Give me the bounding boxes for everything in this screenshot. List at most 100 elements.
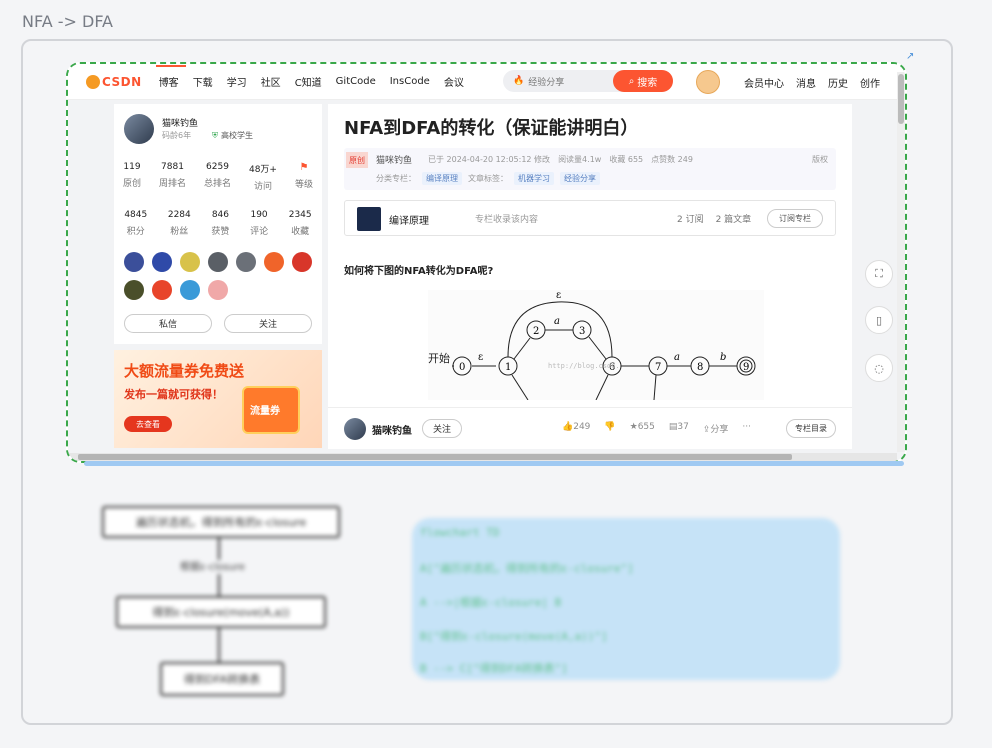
nav-history[interactable]: 历史: [828, 75, 848, 90]
stat-level[interactable]: ⚑ 等级: [295, 162, 313, 192]
badge-icon[interactable]: [124, 280, 144, 300]
comment-button[interactable]: ▤37: [669, 422, 689, 435]
stats-row-1: 119 原创 7881 周排名 6259 总排名 48万+ 访问 ⚑ 等级: [114, 162, 322, 192]
profile-actions: 私信 关注: [124, 314, 312, 333]
vertical-scrollbar[interactable]: [897, 72, 905, 452]
mobile-icon[interactable]: ▯: [865, 306, 893, 334]
stat-visits[interactable]: 48万+ 访问: [249, 162, 277, 192]
horizontal-scrollbar[interactable]: [68, 453, 897, 461]
star-icon: ★: [629, 422, 638, 432]
author-avatar[interactable]: [124, 114, 154, 144]
nav-vip-center[interactable]: 会员中心: [744, 75, 784, 90]
column-cover[interactable]: [357, 207, 381, 231]
csdn-logo[interactable]: CSDN: [86, 74, 142, 89]
more-button[interactable]: ···: [742, 422, 751, 435]
ad-view-button[interactable]: 去查看: [124, 416, 172, 432]
nav-download[interactable]: 下载: [193, 74, 213, 89]
badge-icon[interactable]: [208, 252, 228, 272]
scrollbar-thumb[interactable]: [78, 454, 792, 460]
search-input[interactable]: 🔥 经验分享 ⌕ 搜索: [503, 70, 673, 92]
column-counts: 2 订阅 2 篇文章: [677, 215, 752, 225]
nav-learn[interactable]: 学习: [227, 74, 247, 89]
author-name[interactable]: 猫咪钓鱼: [372, 422, 412, 437]
badge-icon[interactable]: [152, 280, 172, 300]
scrollbar-thumb[interactable]: [898, 74, 904, 124]
nav-blog[interactable]: 博客: [155, 65, 186, 89]
external-link-icon[interactable]: ↗: [906, 51, 917, 62]
author-avatar[interactable]: [344, 418, 366, 440]
search-button[interactable]: ⌕ 搜索: [613, 70, 673, 92]
follow-button[interactable]: 关注: [422, 419, 462, 438]
follow-button[interactable]: 关注: [224, 314, 312, 333]
thumbs-up-icon: 👍: [562, 422, 574, 432]
chat-icon[interactable]: ◌: [865, 354, 893, 382]
badge-icon[interactable]: [208, 280, 228, 300]
nav-meeting[interactable]: 会议: [444, 74, 464, 89]
column-toc-button[interactable]: 专栏目录: [786, 419, 836, 438]
svg-text:9: 9: [743, 362, 749, 373]
private-message-button[interactable]: 私信: [124, 314, 212, 333]
school-badge: ⛨ 高校学生: [212, 131, 253, 140]
stat-comments[interactable]: 190 评论: [250, 210, 268, 237]
share-button[interactable]: ⇪分享: [703, 422, 729, 435]
flowchart-edge: [218, 538, 220, 560]
meta-author[interactable]: 猫咪钓鱼: [376, 153, 412, 166]
svg-text:ε: ε: [478, 352, 483, 363]
stat-points[interactable]: 4845 积分: [124, 210, 147, 237]
user-avatar[interactable]: [696, 70, 720, 94]
like-button[interactable]: 👍249: [562, 422, 590, 435]
author-name[interactable]: 猫咪钓鱼: [162, 116, 198, 129]
svg-text:0: 0: [459, 362, 465, 373]
stat-total-rank[interactable]: 6259 总排名: [204, 162, 231, 192]
nav-community[interactable]: 社区: [261, 74, 281, 89]
badge-icon[interactable]: [180, 252, 200, 272]
svg-text:a: a: [674, 352, 680, 363]
nav-messages[interactable]: 消息: [796, 75, 816, 90]
level-icon: ⚑: [299, 162, 309, 173]
nav-cknow[interactable]: C知道: [295, 74, 322, 89]
article-meta: 原创 猫咪钓鱼 已于 2024-04-20 12:05:12 修改 阅读量4.1…: [344, 148, 836, 190]
stat-favorites[interactable]: 2345 收藏: [289, 210, 312, 237]
stat-original[interactable]: 119 原创: [123, 162, 141, 192]
article-actions: 👍249 👎 ★655 ▤37 ⇪分享 ···: [562, 422, 751, 435]
frame-underline: [84, 461, 904, 466]
article-tag[interactable]: 机器学习: [514, 172, 554, 185]
stat-week-rank[interactable]: 7881 周排名: [159, 162, 186, 192]
favorite-button[interactable]: ★655: [630, 422, 655, 435]
article-main: NFA到DFA的转化（保证能讲明白） 原创 猫咪钓鱼 已于 2024-04-20…: [328, 104, 852, 448]
article-tag[interactable]: 经验分享: [560, 172, 600, 185]
copyright-link[interactable]: 版权: [812, 154, 828, 165]
screenshot-frame: CSDN 博客 下载 学习 社区 C知道 GitCode InsCode 会议 …: [66, 62, 907, 463]
code-age: 码龄6年: [162, 131, 192, 140]
blurred-flowchart-section: 遍历状态机，得到所有的ε-closure 根据ε-closure 得到ε-clo…: [90, 498, 850, 708]
subscribe-column-button[interactable]: 订阅专栏: [767, 209, 823, 228]
ad-title: 大额流量券免费送: [124, 362, 245, 380]
column-name[interactable]: 编译原理: [389, 212, 429, 227]
nav-inscode[interactable]: InsCode: [390, 76, 430, 87]
nav-gitcode[interactable]: GitCode: [336, 76, 376, 87]
github-badge-icon[interactable]: [236, 252, 256, 272]
fire-icon: 🔥: [513, 76, 525, 86]
ad-subtitle: 发布一篇就可获得！: [124, 388, 223, 401]
flowchart-node-3: 得到DFA转换表: [160, 662, 284, 696]
badge-icon[interactable]: [292, 252, 312, 272]
badge-icon[interactable]: [264, 252, 284, 272]
badge-icon[interactable]: [180, 280, 200, 300]
svg-text:1: 1: [505, 362, 511, 373]
badge-row-1: [124, 252, 314, 272]
stat-likes[interactable]: 846 获赞: [211, 210, 229, 237]
fullscreen-icon[interactable]: ⛶: [865, 260, 893, 288]
category-tag[interactable]: 编译原理: [422, 172, 462, 185]
flowchart-edge-label: 根据ε-closure: [180, 562, 245, 573]
meta-categories: 分类专栏： 编译原理 文章标签： 机器学习 经验分享: [376, 172, 600, 185]
dislike-button[interactable]: 👎: [604, 422, 615, 435]
ad-banner[interactable]: 大额流量券免费送 发布一篇就可获得！ 去查看 流量券: [114, 350, 322, 448]
badge-icon[interactable]: [152, 252, 172, 272]
start-label: 开始: [428, 351, 450, 365]
stat-fans[interactable]: 2284 粉丝: [168, 210, 191, 237]
article-question: 如何将下图的NFA转化为DFA呢?: [344, 266, 494, 277]
svg-text:ε: ε: [556, 290, 561, 301]
badge-icon[interactable]: [124, 252, 144, 272]
nav-create[interactable]: 创作: [860, 75, 880, 90]
original-tag: 原创: [346, 152, 368, 168]
